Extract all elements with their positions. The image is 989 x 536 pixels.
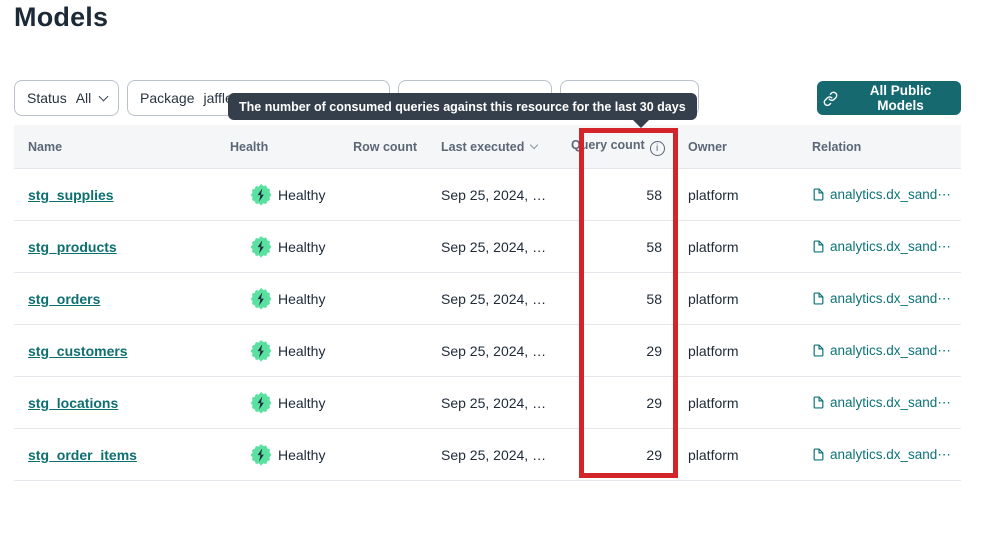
relation-link[interactable]: analytics.dx_sand⋯: [812, 343, 951, 359]
table-row: stg_customers Healthy Sep 25, 2024, … 29…: [14, 325, 961, 377]
model-name-link[interactable]: stg_supplies: [28, 187, 114, 203]
column-header-row-count: Row count: [349, 140, 421, 154]
health-icon: [250, 392, 272, 414]
file-icon: [812, 292, 825, 305]
last-executed-value: Sep 25, 2024, …: [421, 239, 571, 255]
tooltip-text: The number of consumed queries against t…: [239, 100, 686, 114]
model-name-link[interactable]: stg_products: [28, 239, 117, 255]
last-executed-value: Sep 25, 2024, …: [421, 291, 571, 307]
relation-text: analytics.dx_sand⋯: [830, 343, 951, 359]
last-executed-value: Sep 25, 2024, …: [421, 187, 571, 203]
link-icon: [823, 91, 838, 106]
query-count-value: 58: [571, 187, 666, 203]
health-status: Healthy: [278, 239, 325, 255]
health-status: Healthy: [278, 395, 325, 411]
query-count-value: 29: [571, 447, 666, 463]
table-row: stg_products Healthy Sep 25, 2024, … 58 …: [14, 221, 961, 273]
health-icon: [250, 340, 272, 362]
column-header-query-count: Query count i: [571, 138, 666, 156]
page-title: Models: [14, 2, 108, 33]
package-filter-label: Package: [140, 90, 194, 106]
status-filter-value: All: [76, 90, 92, 106]
column-header-owner: Owner: [666, 140, 798, 154]
health-icon: [250, 288, 272, 310]
health-status: Healthy: [278, 447, 325, 463]
status-filter-label: Status: [27, 90, 67, 106]
owner-value: platform: [666, 395, 798, 411]
health-icon: [250, 236, 272, 258]
relation-text: analytics.dx_sand⋯: [830, 291, 951, 307]
owner-value: platform: [666, 239, 798, 255]
relation-link[interactable]: analytics.dx_sand⋯: [812, 239, 951, 255]
model-name-link[interactable]: stg_orders: [28, 291, 100, 307]
last-executed-value: Sep 25, 2024, …: [421, 447, 571, 463]
model-name-link[interactable]: stg_order_items: [28, 447, 137, 463]
file-icon: [812, 396, 825, 409]
query-count-value: 58: [571, 239, 666, 255]
chevron-down-icon: [99, 91, 109, 101]
owner-value: platform: [666, 343, 798, 359]
last-executed-value: Sep 25, 2024, …: [421, 395, 571, 411]
model-name-link[interactable]: stg_customers: [28, 343, 128, 359]
owner-value: platform: [666, 291, 798, 307]
status-filter[interactable]: Status All: [14, 80, 119, 116]
model-name-link[interactable]: stg_locations: [28, 395, 118, 411]
relation-text: analytics.dx_sand⋯: [830, 239, 951, 255]
query-count-value: 29: [571, 343, 666, 359]
file-icon: [812, 188, 825, 201]
table-row: stg_locations Healthy Sep 25, 2024, … 29…: [14, 377, 961, 429]
query-count-value: 29: [571, 395, 666, 411]
tooltip-arrow: [632, 119, 650, 128]
owner-value: platform: [666, 447, 798, 463]
all-public-models-label: All Public Models: [846, 83, 955, 113]
query-count-value: 58: [571, 291, 666, 307]
file-icon: [812, 448, 825, 461]
relation-link[interactable]: analytics.dx_sand⋯: [812, 395, 951, 411]
column-header-relation: Relation: [798, 140, 961, 154]
column-header-last-executed[interactable]: Last executed: [421, 140, 571, 154]
file-icon: [812, 344, 825, 357]
sort-chevron-icon: [530, 141, 538, 149]
relation-text: analytics.dx_sand⋯: [830, 395, 951, 411]
table-row: stg_orders Healthy Sep 25, 2024, … 58 pl…: [14, 273, 961, 325]
file-icon: [812, 240, 825, 253]
last-executed-value: Sep 25, 2024, …: [421, 343, 571, 359]
health-icon: [250, 444, 272, 466]
health-status: Healthy: [278, 343, 325, 359]
relation-link[interactable]: analytics.dx_sand⋯: [812, 291, 951, 307]
column-header-health: Health: [230, 140, 349, 154]
info-icon[interactable]: i: [650, 141, 665, 156]
table-row: stg_supplies Healthy Sep 25, 2024, … 58 …: [14, 169, 961, 221]
query-count-tooltip: The number of consumed queries against t…: [228, 93, 697, 120]
health-status: Healthy: [278, 291, 325, 307]
all-public-models-button[interactable]: All Public Models: [817, 81, 961, 115]
last-executed-label: Last executed: [441, 140, 524, 154]
relation-link[interactable]: analytics.dx_sand⋯: [812, 447, 951, 463]
column-header-name: Name: [14, 140, 230, 154]
query-count-label: Query count: [571, 138, 645, 152]
relation-text: analytics.dx_sand⋯: [830, 187, 951, 203]
relation-link[interactable]: analytics.dx_sand⋯: [812, 187, 951, 203]
models-table: Name Health Row count Last executed Quer…: [14, 125, 961, 481]
table-row: stg_order_items Healthy Sep 25, 2024, … …: [14, 429, 961, 481]
health-icon: [250, 184, 272, 206]
relation-text: analytics.dx_sand⋯: [830, 447, 951, 463]
table-header-row: Name Health Row count Last executed Quer…: [14, 125, 961, 169]
owner-value: platform: [666, 187, 798, 203]
health-status: Healthy: [278, 187, 325, 203]
